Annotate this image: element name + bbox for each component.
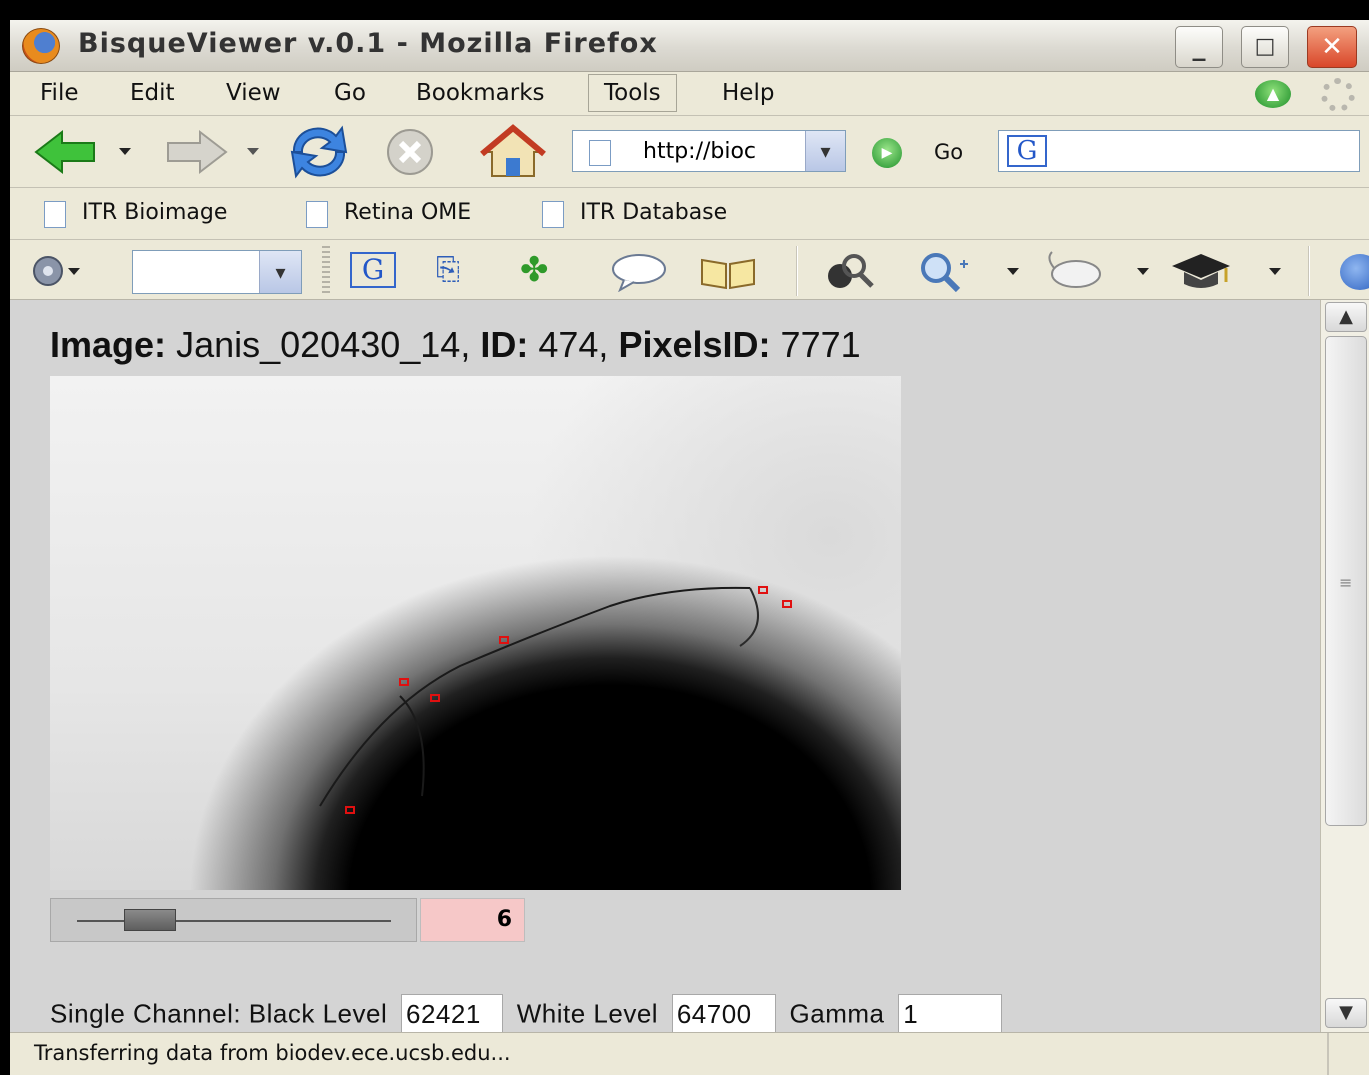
google-icon[interactable]: G [350,252,396,288]
annotation-point[interactable] [499,636,509,644]
info-icon[interactable] [1340,254,1369,290]
gamma-input[interactable]: 1 [898,994,1003,1032]
annotation-point[interactable] [430,694,440,702]
go-icon[interactable]: ▶ [872,138,902,168]
minimize-button[interactable]: _ [1175,26,1223,68]
activity-throbber-icon [1321,78,1355,112]
slider-thumb[interactable] [124,909,177,931]
title-bar: BisqueViewer v.0.1 - Mozilla Firefox _ □… [10,20,1369,72]
url-text[interactable]: http://bioc [643,139,756,164]
forward-arrow-icon[interactable] [160,128,230,176]
extension-toolbar: ▾ G ⎘ ✤ [10,240,1369,300]
gamma-label: Gamma [789,998,885,1029]
toolbar-combo-select[interactable]: ▾ [132,250,302,294]
update-available-icon[interactable]: ▲ [1255,80,1291,108]
plane-slider[interactable] [50,898,417,942]
binoculars-search-icon[interactable] [818,250,878,292]
grip-icon: ≡ [1339,573,1353,592]
firefox-window: BisqueViewer v.0.1 - Mozilla Firefox _ □… [10,20,1369,1075]
back-arrow-icon[interactable] [32,128,102,176]
page-icon [589,140,611,166]
image-label: Image: [50,324,167,365]
go-button[interactable]: Go [934,140,963,164]
menu-tools[interactable]: Tools [588,74,677,112]
speech-bubble-icon[interactable] [610,252,668,292]
window-title: BisqueViewer v.0.1 - Mozilla Firefox [78,28,658,59]
book-icon[interactable] [698,254,758,290]
mouse-dropdown-icon[interactable] [1136,264,1150,278]
cell-outline-overlay [319,586,759,807]
back-dropdown-icon[interactable] [118,144,132,158]
annotation-point[interactable] [782,600,792,608]
bookmark-label: ITR Database [580,200,728,225]
vertical-scrollbar[interactable]: ▲ ≡ ▼ [1320,300,1369,1032]
pixels-id-value: 7771 [780,324,861,365]
pages-icon[interactable]: ⎘ [436,252,460,288]
annotation-point[interactable] [345,806,355,814]
menu-go[interactable]: Go [326,78,374,108]
maximize-button[interactable]: □ [1241,26,1289,68]
status-separator [1327,1033,1329,1075]
channel-levels: Single Channel: Black Level 62421 White … [50,994,1008,1032]
black-level-label: Single Channel: Black Level [50,998,388,1029]
address-bar[interactable]: http://bioc ▾ [572,130,846,172]
toolbar-separator [1308,246,1310,296]
zoom-in-icon[interactable] [914,250,974,292]
white-level-input[interactable]: 64700 [671,994,776,1032]
image-name: Janis_020430_14, [176,324,471,365]
id-label: ID: [480,324,529,365]
bookmark-label: ITR Bioimage [82,200,228,225]
bookmark-itr-database[interactable]: ITR Database [538,200,728,228]
graduation-cap-icon[interactable] [1168,250,1234,292]
status-bar: Transferring data from biodev.ece.ucsb.e… [10,1032,1369,1075]
close-button[interactable]: ✕ [1307,26,1357,68]
chevron-down-icon[interactable]: ▾ [259,251,301,293]
white-level-label: White Level [516,998,659,1029]
annotation-point[interactable] [758,586,768,594]
gear-menu-icon[interactable] [28,252,84,290]
black-level-input[interactable]: 62421 [401,994,503,1032]
menu-edit[interactable]: Edit [122,78,183,108]
mouse-icon[interactable] [1040,250,1106,292]
page-content: Image: Janis_020430_14, ID: 474, PixelsI… [10,300,1320,1032]
navigation-toolbar: http://bioc ▾ ▶ Go G [10,116,1369,188]
bookmark-page-icon [44,201,66,228]
bookmark-page-icon [306,201,328,228]
forward-dropdown-icon[interactable] [246,144,260,158]
status-text: Transferring data from biodev.ece.ucsb.e… [34,1041,511,1065]
toolbar-grip[interactable] [322,246,330,296]
cap-dropdown-icon[interactable] [1268,264,1282,278]
stop-icon[interactable] [382,126,438,178]
annotation-point[interactable] [399,678,409,686]
menu-view[interactable]: View [218,78,289,108]
toolbar-separator [796,246,798,296]
bookmark-retina-ome[interactable]: Retina OME [302,200,472,228]
scroll-down-icon[interactable]: ▼ [1325,998,1367,1028]
chevron-down-icon[interactable]: ▾ [805,131,845,171]
bookmarks-toolbar: ITR Bioimage Retina OME ITR Database [10,188,1369,240]
zoom-dropdown-icon[interactable] [1006,264,1020,278]
bookmark-label: Retina OME [344,200,472,225]
bookmark-itr-bioimage[interactable]: ITR Bioimage [40,200,228,228]
slider-value: 6 [420,898,525,942]
menu-bar: File Edit View Go Bookmarks Tools Help ▲ [10,72,1369,116]
scroll-up-icon[interactable]: ▲ [1325,302,1367,332]
microscopy-image[interactable] [50,376,901,890]
id-value: 474, [538,324,609,365]
bookmark-page-icon [542,201,564,228]
reload-icon[interactable] [284,124,354,180]
clover-icon[interactable]: ✤ [520,252,549,288]
menu-file[interactable]: File [32,78,87,108]
firefox-logo-icon [22,28,60,64]
scrollbar-thumb[interactable]: ≡ [1325,336,1367,826]
menu-help[interactable]: Help [714,78,782,108]
google-search-icon[interactable]: G [1007,135,1047,167]
home-icon[interactable] [478,124,548,180]
menu-bookmarks[interactable]: Bookmarks [408,78,553,108]
pixels-id-label: PixelsID: [618,324,771,365]
search-input[interactable]: G [998,130,1360,172]
page-title: Image: Janis_020430_14, ID: 474, PixelsI… [50,324,861,366]
